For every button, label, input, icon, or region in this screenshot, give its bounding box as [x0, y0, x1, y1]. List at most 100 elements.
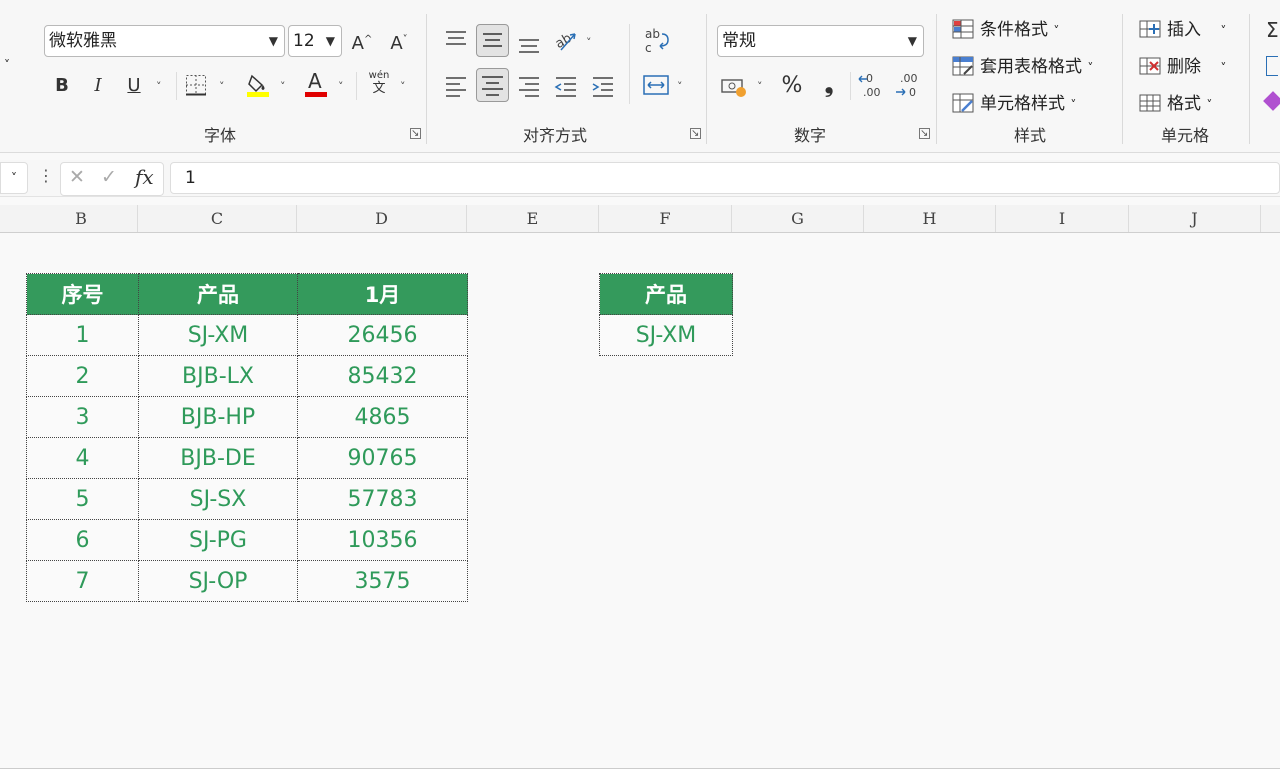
header-index[interactable]: 序号 [26, 273, 139, 315]
header-product[interactable]: 产品 [138, 273, 298, 315]
chevron-down-icon[interactable]: ˅ [677, 80, 683, 93]
column-header-i[interactable]: I [996, 205, 1129, 232]
alignment-dialog-launcher-icon[interactable]: ↘ [690, 128, 701, 139]
align-middle-button[interactable] [476, 24, 509, 57]
cell-index[interactable]: 7 [26, 560, 139, 602]
column-header-b[interactable]: B [25, 205, 138, 232]
cell-january[interactable]: 3575 [297, 560, 468, 602]
cell-styles-button[interactable]: 单元格样式 ˅ [952, 90, 1076, 118]
font-size-dropdown[interactable]: 12 ▼ [288, 25, 342, 57]
align-center-icon [482, 76, 503, 96]
font-name-dropdown[interactable]: 微软雅黑 ▼ [44, 25, 285, 57]
lookup-header-product[interactable]: 产品 [599, 273, 733, 315]
percent-style-button[interactable]: % [778, 70, 806, 102]
decrease-indent-button[interactable] [552, 70, 580, 100]
insert-cells-button[interactable]: 插入 ˅ [1139, 16, 1226, 44]
cell-index[interactable]: 3 [26, 396, 139, 438]
chevron-down-icon[interactable]: ˅ [338, 80, 344, 93]
cell-index[interactable]: 4 [26, 437, 139, 479]
cell-product[interactable]: SJ-OP [138, 560, 298, 602]
cell-index[interactable]: 5 [26, 478, 139, 520]
column-header-c[interactable]: C [138, 205, 297, 232]
cancel-icon[interactable]: ✕ [69, 166, 85, 188]
cell-january[interactable]: 26456 [297, 314, 468, 356]
clear-icon[interactable] [1263, 91, 1280, 111]
table-row: 6 SJ-PG 10356 [26, 519, 468, 561]
cell-index[interactable]: 2 [26, 355, 139, 397]
chevron-down-icon[interactable]: ˅ [757, 80, 763, 93]
accounting-format-button[interactable] [720, 72, 750, 100]
cell-january[interactable]: 85432 [297, 355, 468, 397]
name-box-dropdown[interactable]: ˅ [0, 162, 28, 194]
cell-product[interactable]: SJ-XM [138, 314, 298, 356]
more-options-icon[interactable]: ⋮ [38, 166, 54, 185]
cell-january[interactable]: 4865 [297, 396, 468, 438]
grow-font-button[interactable]: A^ [348, 24, 376, 56]
increase-indent-icon [592, 77, 613, 97]
format-as-table-button[interactable]: 套用表格格式 ˅ [952, 53, 1093, 81]
phonetic-button[interactable]: wén 文 [365, 70, 393, 100]
align-center-button[interactable] [476, 68, 509, 102]
insert-function-icon[interactable]: fx [135, 165, 154, 189]
chevron-down-icon[interactable]: ˅ [219, 80, 225, 93]
fill-color-button[interactable] [246, 72, 270, 98]
align-right-icon [519, 77, 539, 97]
font-color-button[interactable]: A [304, 69, 328, 98]
align-left-button[interactable] [442, 70, 470, 100]
chevron-down-icon[interactable]: ˅ [586, 36, 592, 49]
cell-product[interactable]: BJB-DE [138, 437, 298, 479]
cell-product[interactable]: BJB-LX [138, 355, 298, 397]
cell-january[interactable]: 57783 [297, 478, 468, 520]
column-header-e[interactable]: E [467, 205, 599, 232]
cells-group-label: 单元格 [1160, 126, 1209, 145]
lookup-value-cell[interactable]: SJ-XM [599, 314, 733, 356]
merge-center-button[interactable] [642, 70, 670, 100]
font-group-label: 字体 [203, 126, 236, 145]
delete-cells-button[interactable]: 删除 ˅ [1139, 53, 1226, 81]
cell-january[interactable]: 10356 [297, 519, 468, 561]
align-right-button[interactable] [515, 70, 543, 100]
fill-icon[interactable] [1266, 56, 1278, 76]
cell-index[interactable]: 6 [26, 519, 139, 561]
column-header-h[interactable]: H [864, 205, 996, 232]
increase-indent-button[interactable] [589, 70, 617, 100]
cell-index[interactable]: 1 [26, 314, 139, 356]
underline-button[interactable]: U [120, 70, 148, 102]
font-dialog-launcher-icon[interactable]: ↘ [410, 128, 421, 139]
increase-decimal-button[interactable]: 0.00 [857, 70, 887, 100]
column-header-g[interactable]: G [732, 205, 864, 232]
comma-style-button[interactable]: ❟ [816, 70, 842, 102]
format-cells-button[interactable]: 格式 ˅ [1139, 90, 1212, 118]
cell-product[interactable]: BJB-HP [138, 396, 298, 438]
conditional-format-label: 条件格式 [980, 20, 1048, 40]
column-header-f[interactable]: F [599, 205, 732, 232]
cell-product[interactable]: SJ-SX [138, 478, 298, 520]
italic-button[interactable]: I [84, 70, 112, 102]
conditional-formatting-button[interactable]: 条件格式 ˅ [952, 16, 1059, 44]
cell-product[interactable]: SJ-PG [138, 519, 298, 561]
column-header-d[interactable]: D [297, 205, 467, 232]
align-top-button[interactable] [442, 26, 470, 56]
chevron-down-icon[interactable]: ˅ [156, 80, 162, 93]
enter-icon[interactable]: ✓ [101, 166, 117, 188]
orientation-button[interactable]: ab [553, 26, 581, 56]
column-header-j[interactable]: J [1129, 205, 1261, 232]
chevron-down-icon[interactable]: ˅ [400, 80, 406, 93]
borders-button[interactable] [185, 74, 207, 96]
number-dialog-launcher-icon[interactable]: ↘ [919, 128, 930, 139]
autosum-icon[interactable]: Σ [1266, 18, 1279, 42]
header-january[interactable]: 1月 [297, 273, 468, 315]
number-group-label: 数字 [793, 126, 826, 145]
decrease-decimal-button[interactable]: .00 0 [894, 70, 924, 100]
divider [850, 72, 851, 100]
formula-input[interactable]: 1 [170, 162, 1280, 194]
cell-january[interactable]: 90765 [297, 437, 468, 479]
align-bottom-button[interactable] [515, 26, 543, 56]
divider [356, 72, 357, 100]
chevron-down-icon[interactable]: ˅ [280, 80, 286, 93]
ribbon-scroll-left-icon[interactable]: ˅ [4, 58, 10, 72]
wrap-text-button[interactable]: ab c [642, 26, 670, 56]
bold-button[interactable]: B [48, 70, 76, 102]
shrink-font-button[interactable]: A˅ [385, 24, 413, 56]
number-format-dropdown[interactable]: 常规 ▼ [717, 25, 924, 57]
